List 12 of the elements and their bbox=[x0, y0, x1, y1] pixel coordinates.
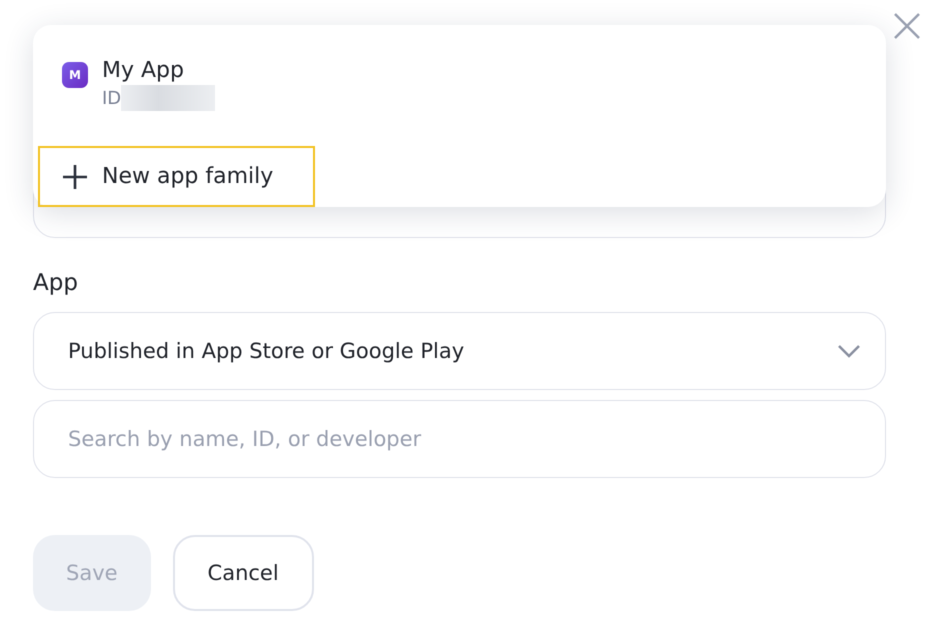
close-icon[interactable] bbox=[893, 12, 921, 40]
app-id: ID bbox=[102, 88, 122, 108]
search-field[interactable]: Search by name, ID, or developer bbox=[33, 400, 886, 478]
new-app-family-option[interactable]: New app family bbox=[38, 146, 316, 207]
chevron-down-icon bbox=[837, 344, 861, 358]
field-label: App bbox=[33, 270, 79, 296]
plus-icon bbox=[62, 164, 88, 190]
app-select[interactable]: Published in App Store or Google Play bbox=[33, 312, 886, 390]
app-name: My App bbox=[102, 58, 185, 83]
app-avatar: M bbox=[62, 62, 88, 88]
cancel-button[interactable]: Cancel bbox=[172, 535, 314, 611]
app-option[interactable]: M My App ID bbox=[38, 56, 258, 142]
